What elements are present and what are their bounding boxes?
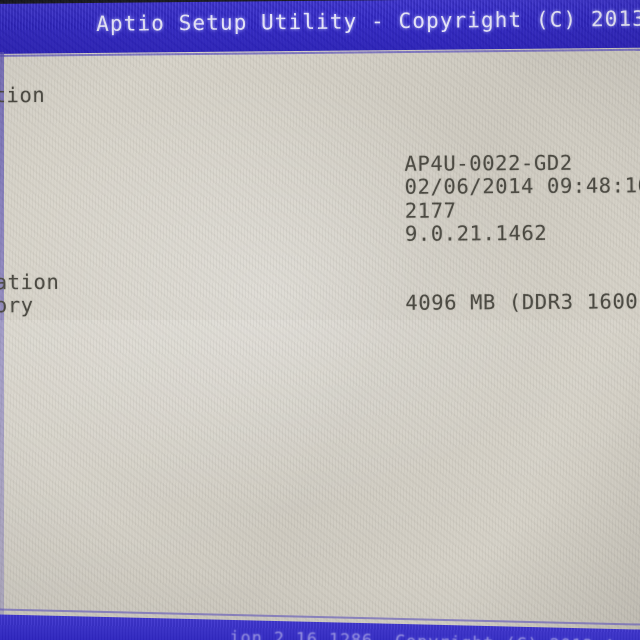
row-value: 02/06/2014 09:48:16 [404, 173, 640, 199]
section-title-text: m Information [0, 82, 46, 108]
row-value: 2177 [404, 197, 457, 223]
row-value: 9.0.21.1462 [404, 220, 548, 246]
row-label: alled Memory [0, 293, 34, 318]
table-row[interactable]: N Version 9.0.21.1462 [0, 220, 640, 248]
bios-title-bar: Aptio Setup Utility - Copyright (C) 2013 [0, 0, 640, 54]
section-heading-system-information: m Information [0, 79, 640, 108]
table-row[interactable]: alled Memory 4096 MB (DDR3 1600) [0, 289, 640, 318]
bios-screen-photo: Aptio Setup Utility - Copyright (C) 2013… [0, 0, 640, 640]
memory-section-title-text: ry Information [0, 269, 60, 295]
system-information-panel: m Information FI on AP4U-0022-GD2 Date 0… [0, 79, 640, 318]
row-value: 4096 MB (DDR3 1600) [405, 289, 640, 315]
row-value: AP4U-0022-GD2 [404, 150, 573, 176]
